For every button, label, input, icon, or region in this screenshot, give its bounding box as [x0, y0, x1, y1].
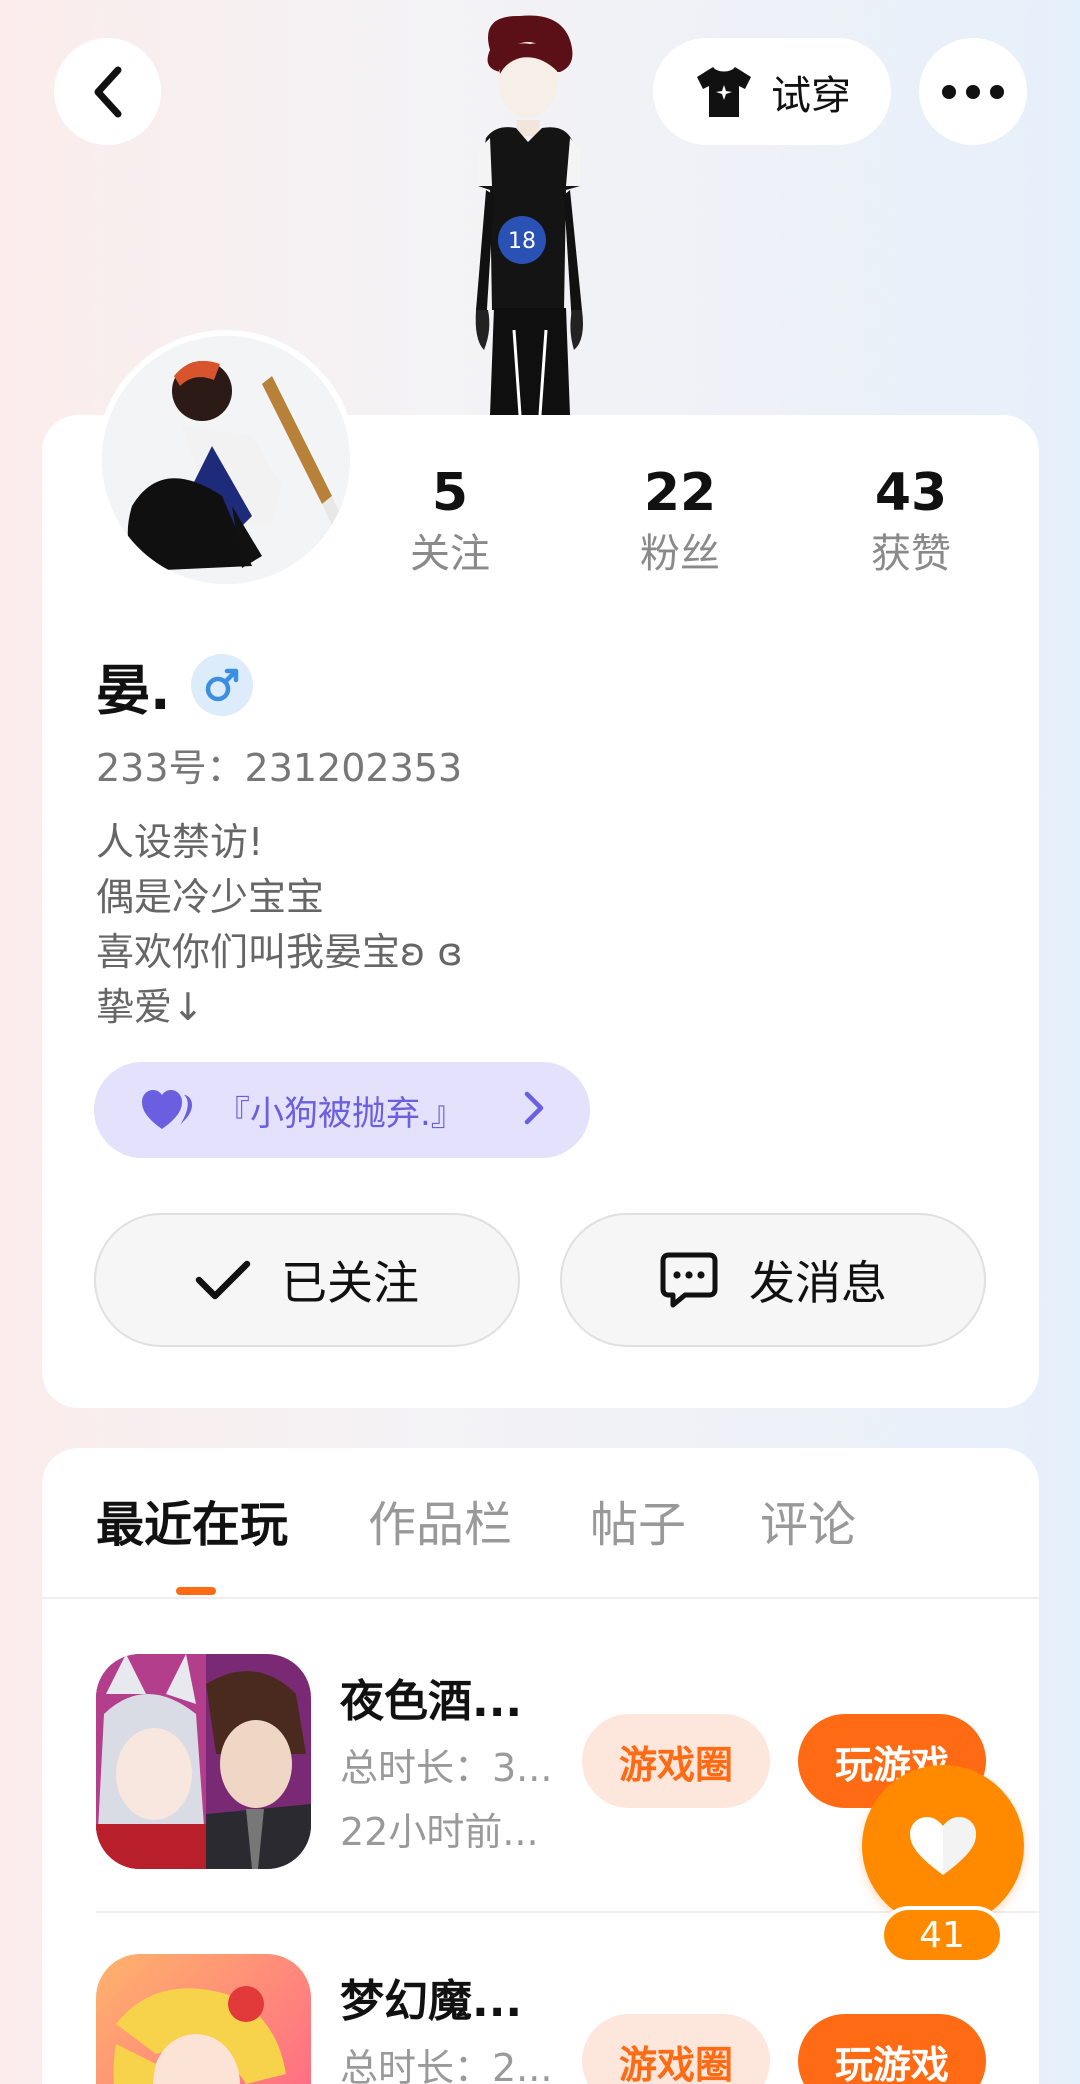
double-heart-icon	[142, 1090, 192, 1129]
nickname: 晏.	[96, 658, 171, 722]
tab-divider	[42, 1597, 1039, 1599]
game-icon[interactable]	[96, 1954, 311, 2084]
tab-works[interactable]: 作品栏	[368, 1490, 512, 1560]
game-cover-image	[96, 1954, 311, 2084]
stat-following[interactable]: 5 关注	[350, 460, 550, 582]
game-playtime: 总时长：2...	[340, 2046, 553, 2084]
stats-row: 5 关注 22 粉丝 43 获赞	[0, 460, 1080, 590]
relationship-tag-label: 『小狗被抛弃.』	[216, 1093, 465, 1134]
chat-bubble-icon	[660, 1252, 718, 1308]
try-on-label: 试穿	[771, 72, 851, 119]
game-cover-image	[96, 1654, 311, 1869]
chevron-right-icon	[524, 1091, 544, 1125]
try-on-button[interactable]: 试穿	[653, 38, 891, 145]
tab-recently-played[interactable]: 最近在玩	[96, 1490, 288, 1560]
tab-posts[interactable]: 帖子	[590, 1490, 686, 1560]
following-label: 关注	[410, 531, 490, 577]
bio-line: 喜欢你们叫我晏宝ʚ ɞ	[96, 930, 463, 974]
tab-bar: 最近在玩 作品栏 帖子 评论	[0, 1490, 1080, 1600]
followed-label: 已关注	[281, 1256, 419, 1310]
chevron-left-icon	[94, 66, 121, 117]
nickname-row: 晏.	[96, 650, 253, 722]
game-icon[interactable]	[96, 1654, 311, 1869]
likes-label: 获赞	[871, 531, 951, 577]
game-circle-button[interactable]: 游戏圈	[582, 1714, 770, 1808]
game-playtime: 总时长：3...	[340, 1746, 553, 1790]
like-count-badge: 41	[880, 1906, 1004, 1964]
send-message-label: 发消息	[749, 1256, 887, 1310]
likes-count: 43	[874, 463, 948, 523]
active-tab-indicator	[176, 1587, 216, 1595]
more-button[interactable]	[919, 38, 1027, 145]
tshirt-icon	[697, 66, 751, 117]
svg-text:18: 18	[508, 229, 536, 254]
followers-label: 粉丝	[640, 531, 720, 577]
game-title: 梦幻魔...	[340, 1976, 523, 2027]
bio-line: 人设禁访!	[96, 820, 264, 864]
play-game-button[interactable]: 玩游戏	[798, 2014, 986, 2084]
checkmark-icon	[195, 1260, 251, 1300]
game-list-item[interactable]: 梦幻魔... 总时长：2... 游戏圈 玩游戏	[0, 1954, 1080, 2084]
back-button[interactable]	[54, 38, 161, 145]
game-last-played: 22小时前...	[340, 1810, 539, 1854]
game-title: 夜色酒...	[340, 1676, 523, 1727]
more-dots-icon	[942, 84, 1004, 99]
followed-button[interactable]: 已关注	[94, 1213, 520, 1347]
bio: 人设禁访! 偶是冷少宝宝 喜欢你们叫我晏宝ʚ ɞ 挚爱↓	[96, 815, 463, 1035]
tab-comments[interactable]: 评论	[760, 1490, 856, 1560]
bio-line: 偶是冷少宝宝	[96, 875, 325, 919]
bio-line: 挚爱↓	[96, 985, 204, 1029]
game-circle-button[interactable]: 游戏圈	[582, 2014, 770, 2084]
heart-icon	[910, 1817, 976, 1875]
avatar-character-figure[interactable]: 18	[420, 10, 640, 415]
relationship-tag[interactable]: 『小狗被抛弃.』	[94, 1062, 590, 1158]
send-message-button[interactable]: 发消息	[560, 1213, 986, 1347]
stat-likes[interactable]: 43 获赞	[811, 460, 1011, 582]
stat-followers[interactable]: 22 粉丝	[580, 460, 780, 582]
user-id: 233号：231202353	[96, 746, 463, 790]
male-icon	[205, 668, 238, 702]
like-float-button[interactable]	[862, 1765, 1024, 1927]
followers-count: 22	[643, 463, 717, 523]
following-count: 5	[431, 463, 469, 523]
gender-badge	[190, 654, 253, 716]
